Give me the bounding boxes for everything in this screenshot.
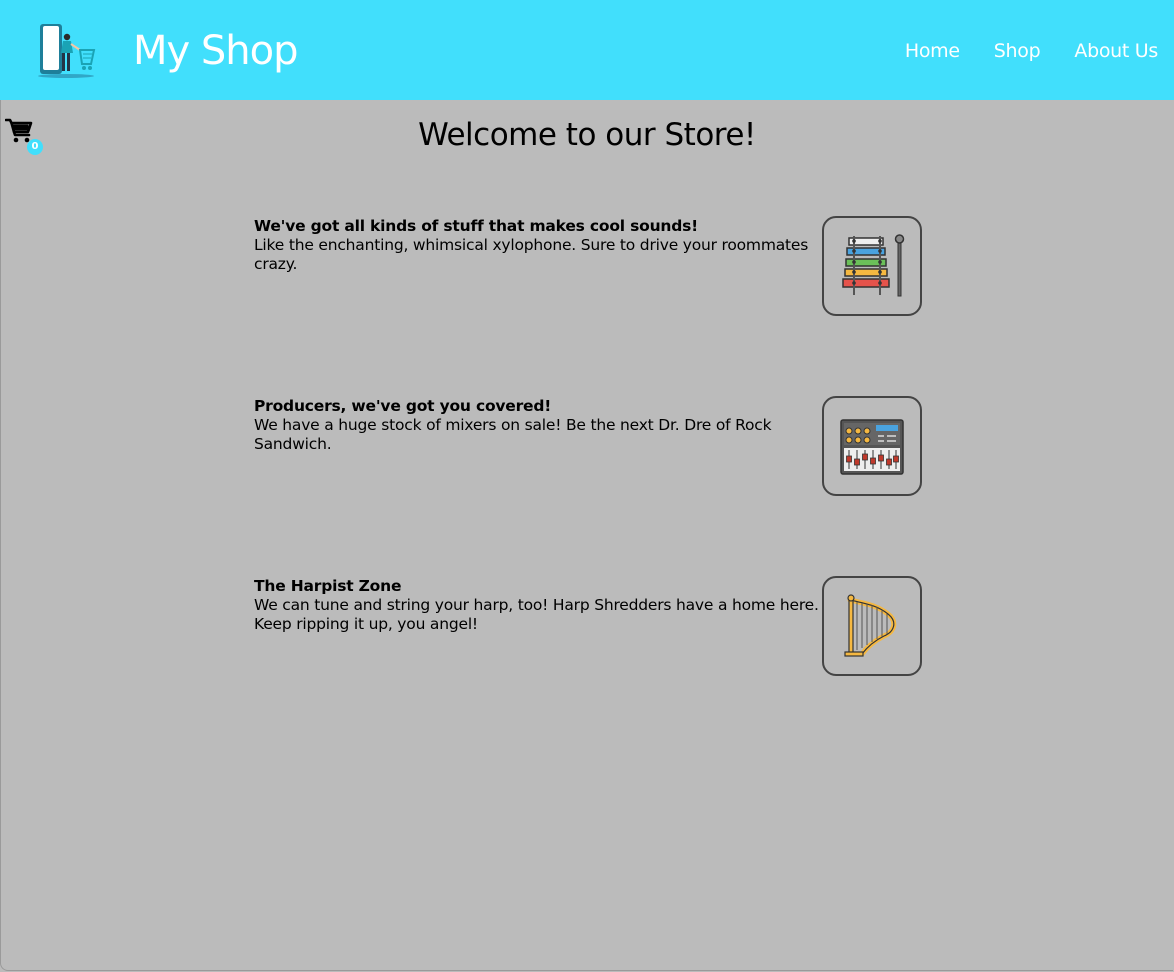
feature-body: Like the enchanting, whimsical xylophone…	[254, 236, 809, 273]
feature-text: We've got all kinds of stuff that makes …	[254, 217, 824, 274]
xylophone-icon	[822, 216, 922, 316]
feature-text: The Harpist Zone We can tune and string …	[254, 577, 824, 634]
feature-mixer: Producers, we've got you covered! We hav…	[254, 396, 922, 496]
main-nav: Home Shop About Us	[905, 38, 1158, 64]
feature-xylophone: We've got all kinds of stuff that makes …	[254, 216, 922, 316]
feature-text: Producers, we've got you covered! We hav…	[254, 397, 824, 454]
page-title: Welcome to our Store!	[418, 117, 756, 153]
site-brand[interactable]: My Shop	[133, 27, 299, 75]
feature-body: We can tune and string your harp, too! H…	[254, 596, 819, 633]
site-header: My Shop Home Shop About Us	[0, 0, 1174, 100]
nav-about-us[interactable]: About Us	[1074, 38, 1158, 64]
feature-heading: Producers, we've got you covered!	[254, 397, 552, 415]
feature-heading: The Harpist Zone	[254, 577, 402, 595]
harp-icon	[822, 576, 922, 676]
feature-harp: The Harpist Zone We can tune and string …	[254, 576, 922, 676]
shopper-cart-icon[interactable]	[36, 20, 98, 78]
nav-home[interactable]: Home	[905, 38, 960, 64]
feature-body: We have a huge stock of mixers on sale! …	[254, 416, 772, 453]
nav-shop[interactable]: Shop	[994, 38, 1041, 64]
feature-heading: We've got all kinds of stuff that makes …	[254, 217, 699, 235]
mixer-icon	[822, 396, 922, 496]
